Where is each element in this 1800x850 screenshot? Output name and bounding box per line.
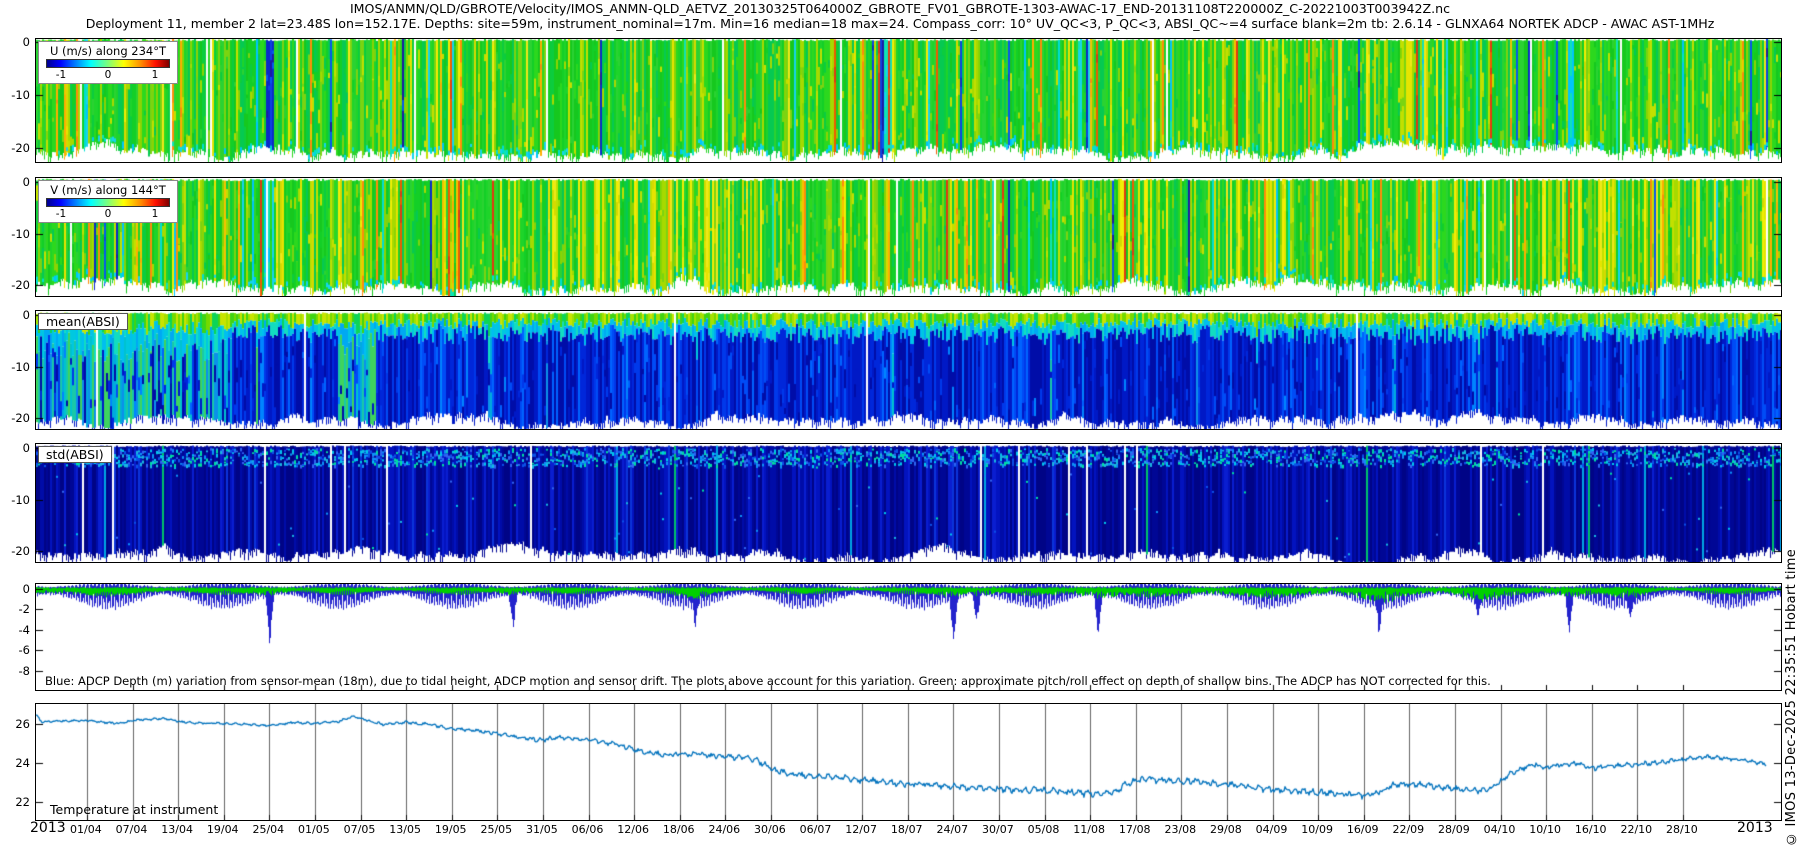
x-tick-label: 22/10 <box>1614 823 1658 836</box>
x-tick-label: 07/05 <box>338 823 382 836</box>
y-tick-label: -20 <box>0 411 30 425</box>
x-tick-label: 05/08 <box>1022 823 1066 836</box>
x-tick-label: 06/06 <box>566 823 610 836</box>
x-tick-label: 01/04 <box>64 823 108 836</box>
x-tick-label: 13/05 <box>383 823 427 836</box>
y-tick-label: -4 <box>0 623 30 637</box>
y-tick-label: 24 <box>0 756 30 770</box>
y-tick-label: -20 <box>0 141 30 155</box>
x-tick-label: 19/05 <box>429 823 473 836</box>
y-tick-label: 22 <box>0 795 30 809</box>
x-tick-label: 04/09 <box>1250 823 1294 836</box>
panel-std-absi: std(ABSI) <box>35 443 1782 563</box>
y-tick-label: -10 <box>0 227 30 241</box>
x-tick-label: 25/05 <box>474 823 518 836</box>
y-tick-label: -8 <box>0 664 30 678</box>
x-tick-label: 10/09 <box>1295 823 1339 836</box>
y-tick-label: -2 <box>0 602 30 616</box>
y-tick-label: -10 <box>0 493 30 507</box>
y-tick-label: 26 <box>0 717 30 731</box>
y-tick-label: -20 <box>0 278 30 292</box>
jet-colorbar: -1 0 1 <box>46 198 170 207</box>
x-tick-label: 16/10 <box>1569 823 1613 836</box>
x-tick-label: 22/09 <box>1386 823 1430 836</box>
imos-copyright-watermark: © IMOS 13-Dec-2025 22:35:51 Hobart time <box>1784 549 1799 846</box>
x-tick-label: 19/04 <box>201 823 245 836</box>
y-tick-label: 0 <box>0 35 30 49</box>
x-tick-label: 17/08 <box>1113 823 1157 836</box>
x-tick-label: 07/04 <box>110 823 154 836</box>
x-tick-label: 18/07 <box>885 823 929 836</box>
panel-temperature: Temperature at instrument <box>35 703 1782 821</box>
y-tick-label: -10 <box>0 88 30 102</box>
x-tick-label: 29/08 <box>1204 823 1248 836</box>
panel-mean-absi: mean(ABSI) <box>35 310 1782 430</box>
u-colorbar-legend: U (m/s) along 234°T -1 0 1 <box>38 41 178 84</box>
x-tick-label: 10/10 <box>1523 823 1567 836</box>
colorbar-tick-label: -1 <box>56 208 66 221</box>
panel-depth-variation: Blue: ADCP Depth (m) variation from sens… <box>35 583 1782 691</box>
x-tick-label: 11/08 <box>1067 823 1111 836</box>
figure-title: IMOS/ANMN/QLD/GBROTE/Velocity/IMOS_ANMN-… <box>0 1 1800 16</box>
y-tick-label: 0 <box>0 175 30 189</box>
x-tick-label: 12/06 <box>611 823 655 836</box>
x-tick-label: 30/06 <box>748 823 792 836</box>
x-tick-label: 24/06 <box>702 823 746 836</box>
v-legend-title: V (m/s) along 144°T <box>46 183 170 197</box>
y-tick-label: 0 <box>0 582 30 596</box>
x-tick-label: 12/07 <box>839 823 883 836</box>
x-axis-year-end: 2013 <box>1737 820 1773 836</box>
x-tick-label: 06/07 <box>794 823 838 836</box>
colorbar-tick-label: 0 <box>105 208 112 221</box>
colorbar-tick-label: 0 <box>105 69 112 82</box>
colorbar-tick-label: 1 <box>152 69 159 82</box>
mean-absi-heatmap <box>36 311 1781 429</box>
x-tick-label: 28/09 <box>1432 823 1476 836</box>
figure-root: IMOS/ANMN/QLD/GBROTE/Velocity/IMOS_ANMN-… <box>0 0 1800 850</box>
depth-annotation: Blue: ADCP Depth (m) variation from sens… <box>45 674 1491 688</box>
panel-v-velocity: V (m/s) along 144°T -1 0 1 <box>35 177 1782 297</box>
x-tick-label: 04/10 <box>1478 823 1522 836</box>
y-tick-label: -10 <box>0 360 30 374</box>
x-tick-label: 23/08 <box>1158 823 1202 836</box>
x-tick-label: 13/04 <box>155 823 199 836</box>
std-absi-label: std(ABSI) <box>38 446 112 463</box>
u-velocity-heatmap <box>36 39 1781 162</box>
y-tick-label: -6 <box>0 643 30 657</box>
v-velocity-heatmap <box>36 178 1781 296</box>
x-tick-label: 25/04 <box>246 823 290 836</box>
y-tick-label: 0 <box>0 441 30 455</box>
temperature-plot <box>36 704 1781 820</box>
x-tick-label: 28/10 <box>1660 823 1704 836</box>
u-legend-title: U (m/s) along 234°T <box>46 44 170 58</box>
mean-absi-label: mean(ABSI) <box>38 313 128 330</box>
figure-subtitle: Deployment 11, member 2 lat=23.48S lon=1… <box>0 16 1800 31</box>
y-tick-label: 0 <box>0 308 30 322</box>
x-tick-label: 24/07 <box>930 823 974 836</box>
panel-u-velocity: U (m/s) along 234°T -1 0 1 <box>35 38 1782 163</box>
x-tick-label: 31/05 <box>520 823 564 836</box>
x-tick-label: 18/06 <box>657 823 701 836</box>
temperature-label: Temperature at instrument <box>50 802 218 817</box>
std-absi-heatmap <box>36 444 1781 562</box>
y-tick-label: -20 <box>0 544 30 558</box>
x-tick-label: 01/05 <box>292 823 336 836</box>
v-colorbar-legend: V (m/s) along 144°T -1 0 1 <box>38 180 178 223</box>
x-tick-label: 16/09 <box>1341 823 1385 836</box>
colorbar-tick-label: 1 <box>152 208 159 221</box>
jet-colorbar: -1 0 1 <box>46 59 170 68</box>
colorbar-tick-label: -1 <box>56 69 66 82</box>
x-tick-label: 30/07 <box>976 823 1020 836</box>
x-axis-year-start: 2013 <box>30 820 66 836</box>
